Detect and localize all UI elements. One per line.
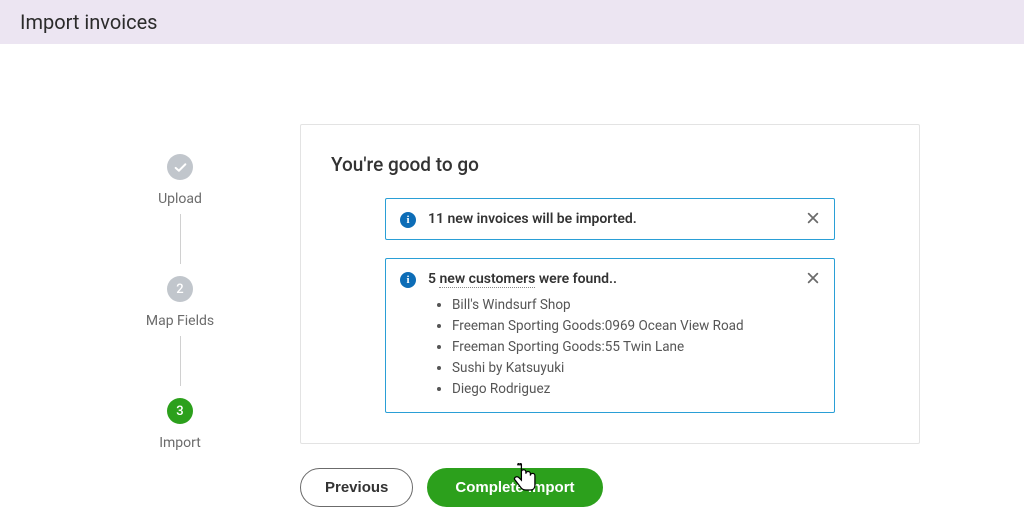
check-icon <box>174 161 187 174</box>
button-row: Previous Complete import <box>300 468 984 507</box>
alert-invoices-text: 11 new invoices will be imported. <box>428 211 794 227</box>
customer-list: Bill's Windsurf Shop Freeman Sporting Go… <box>452 295 794 400</box>
page-body: Upload 2 Map Fields 3 Import You're good… <box>0 44 1024 527</box>
step-number: 2 <box>176 282 183 297</box>
list-item: Freeman Sporting Goods:0969 Ocean View R… <box>452 316 794 337</box>
list-item: Freeman Sporting Goods:55 Twin Lane <box>452 337 794 358</box>
step-import-label: Import <box>159 434 201 452</box>
info-icon: i <box>400 272 416 288</box>
alert-invoices: i 11 new invoices will be imported. <box>385 198 835 240</box>
complete-import-button[interactable]: Complete import <box>427 468 602 507</box>
page-title: Import invoices <box>20 10 158 34</box>
step-upload-label: Upload <box>158 190 202 208</box>
info-icon: i <box>400 212 416 228</box>
alert-close-button[interactable] <box>802 267 824 289</box>
close-icon <box>806 211 820 225</box>
alert-customers-text: 5 new customers were found.. <box>428 271 794 287</box>
step-number: 3 <box>176 404 183 419</box>
list-item: Sushi by Katsuyuki <box>452 358 794 379</box>
step-upload: Upload <box>158 154 202 208</box>
review-panel: You're good to go i 11 new invoices will… <box>300 124 920 444</box>
alert-close-button[interactable] <box>802 207 824 229</box>
close-icon <box>806 271 820 285</box>
stepper: Upload 2 Map Fields 3 Import <box>120 124 240 507</box>
step-map-label: Map Fields <box>146 312 214 330</box>
list-item: Bill's Windsurf Shop <box>452 295 794 316</box>
alert-customers-prefix: 5 <box>428 271 439 287</box>
step-connector <box>180 214 181 264</box>
alert-customers-suffix: were found.. <box>535 271 617 287</box>
previous-button[interactable]: Previous <box>300 468 413 507</box>
step-connector <box>180 336 181 386</box>
step-import-circle: 3 <box>167 398 193 424</box>
step-map-circle: 2 <box>167 276 193 302</box>
panel-title: You're good to go <box>331 153 889 176</box>
page-header: Import invoices <box>0 0 1024 44</box>
step-map-fields: 2 Map Fields <box>146 276 214 330</box>
alert-customers-underlined: new customers <box>439 271 535 288</box>
list-item: Diego Rodriguez <box>452 379 794 400</box>
alert-customers: i 5 new customers were found.. Bill's Wi… <box>385 258 835 413</box>
step-import: 3 Import <box>159 398 201 452</box>
step-upload-circle <box>167 154 193 180</box>
main-content: You're good to go i 11 new invoices will… <box>240 124 984 507</box>
